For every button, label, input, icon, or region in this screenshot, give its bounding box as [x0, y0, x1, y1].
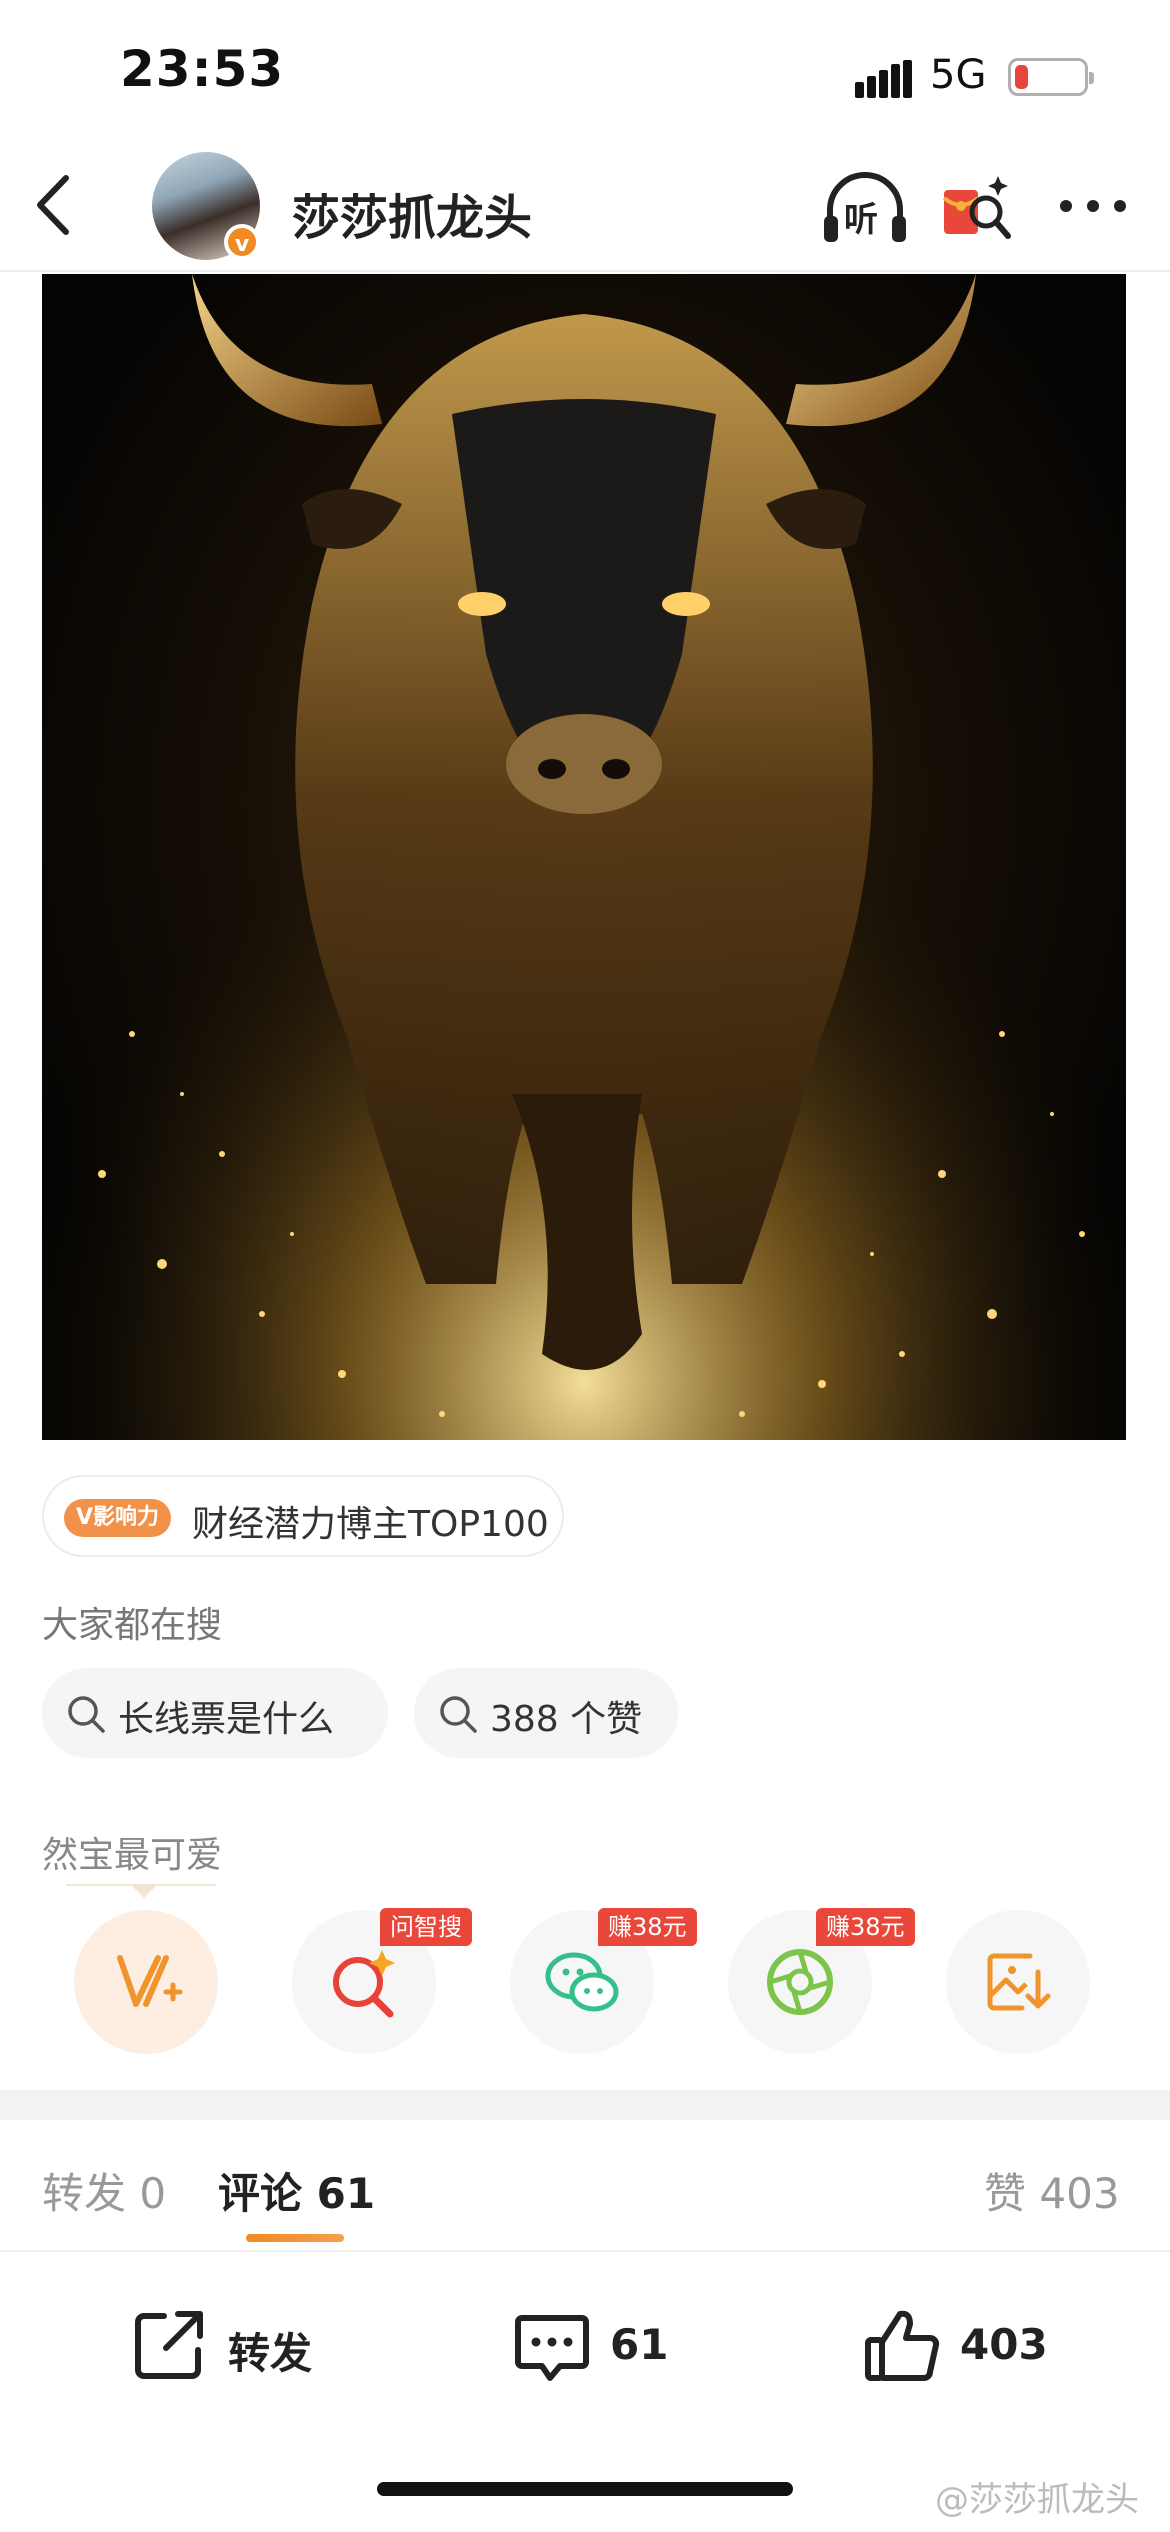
battery-icon — [1008, 58, 1094, 96]
home-indicator[interactable] — [377, 2482, 793, 2496]
share-tag: 赚38元 — [816, 1908, 915, 1946]
share-pointer — [130, 1884, 158, 1898]
ai-search-icon — [333, 1950, 395, 2018]
search-chip[interactable]: 388 个赞 — [414, 1668, 678, 1758]
section-divider — [0, 2090, 1170, 2120]
bull-illustration — [42, 274, 1126, 1440]
like-count: 403 — [960, 2320, 1048, 2369]
wechat-icon — [545, 1952, 619, 2012]
repost-button[interactable]: 转发 — [130, 2300, 330, 2390]
network-type: 5G — [930, 52, 987, 98]
header-divider — [0, 270, 1170, 272]
comment-icon — [515, 2315, 589, 2381]
red-packet-icon[interactable] — [940, 168, 1016, 248]
like-button[interactable]: 403 — [862, 2300, 1062, 2390]
listen-headphones-icon[interactable]: 听 — [822, 168, 908, 248]
vplus-share-button[interactable] — [74, 1910, 218, 2054]
watermark: @莎莎抓龙头 — [935, 2480, 1139, 2520]
influence-badge[interactable]: V影响力 财经潜力博主TOP100 — [42, 1475, 564, 1557]
vplus-icon — [117, 1955, 183, 2007]
more-icon[interactable] — [1058, 196, 1128, 216]
tabs-divider — [0, 2250, 1170, 2252]
tab-count: 403 — [1039, 2169, 1120, 2218]
repost-icon — [135, 2311, 203, 2379]
comment-button[interactable]: 61 — [512, 2300, 672, 2390]
save-image-share-button[interactable] — [946, 1910, 1090, 2054]
search-chip-label: 长线票是什么 — [118, 1699, 335, 1740]
search-chip-label: 388 个赞 — [490, 1699, 643, 1740]
page-title[interactable]: 莎莎抓龙头 — [292, 178, 532, 248]
search-icon — [68, 1696, 105, 1733]
status-time: 23:53 — [120, 40, 285, 98]
signal-icon — [855, 60, 912, 98]
tab-reposts[interactable]: 转发 0 — [42, 2160, 166, 2221]
repost-label: 转发 — [228, 2329, 313, 2378]
active-tab-indicator — [246, 2234, 344, 2242]
moments-icon — [767, 1949, 833, 2015]
post-image[interactable] — [42, 274, 1126, 1440]
verified-badge-icon: v — [224, 224, 260, 260]
tab-label: 转发 — [42, 2169, 127, 2218]
tab-likes[interactable]: 赞 403 — [984, 2160, 1120, 2221]
share-tag: 问智搜 — [380, 1908, 472, 1946]
tab-label: 评论 — [218, 2169, 303, 2218]
tab-comments[interactable]: 评论 61 — [218, 2160, 375, 2221]
influence-tag: V影响力 — [64, 1499, 172, 1537]
search-chip[interactable]: 长线票是什么 — [42, 1668, 388, 1758]
tab-label: 赞 — [984, 2169, 1027, 2218]
search-icon — [440, 1696, 477, 1733]
tab-count: 0 — [139, 2169, 167, 2218]
listen-label: 听 — [844, 200, 878, 240]
back-arrow-icon[interactable] — [30, 170, 80, 240]
influence-text: 财经潜力博主TOP100 — [192, 1504, 549, 1545]
save-image-icon — [987, 1953, 1051, 2011]
share-tag: 赚38元 — [598, 1908, 697, 1946]
comment-count: 61 — [610, 2320, 669, 2369]
battery-level — [1015, 65, 1028, 89]
hot-search-label: 大家都在搜 — [42, 1605, 223, 1646]
tab-count: 61 — [316, 2169, 376, 2218]
thumbs-up-icon — [865, 2310, 940, 2381]
share-title: 然宝最可爱 — [42, 1835, 223, 1876]
